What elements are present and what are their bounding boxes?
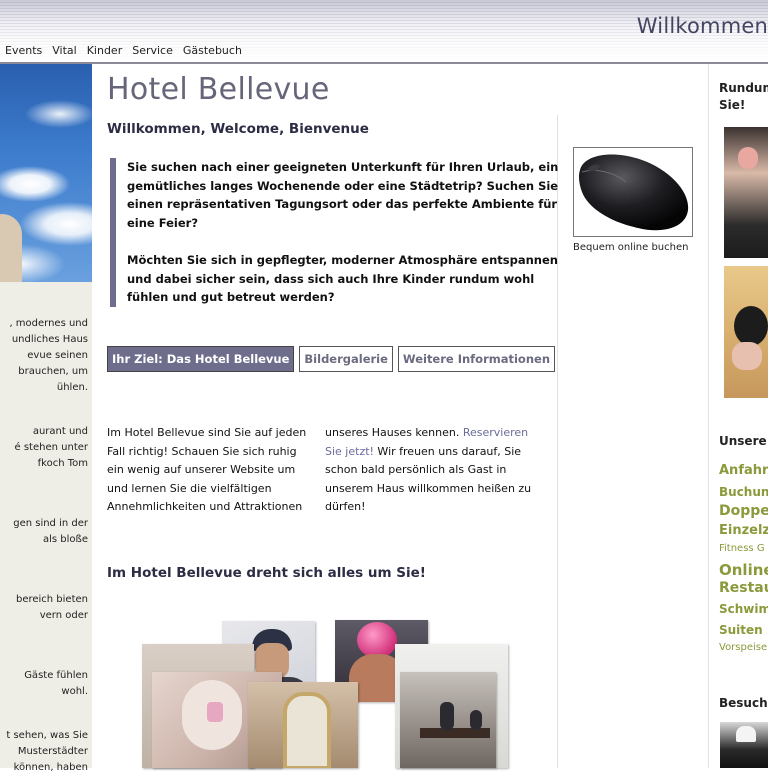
nav-item-service[interactable]: Service [127, 43, 178, 61]
right-heading-line: Sie! [719, 98, 746, 112]
collage-photo-mirror [248, 682, 358, 768]
right-photo-camera [724, 266, 768, 398]
content-tabs: Ihr Ziel: Das Hotel Bellevue Bildergaler… [107, 346, 556, 372]
collage-photo-conference [400, 672, 496, 768]
section-heading: Im Hotel Bellevue dreht sich alles um Si… [107, 565, 426, 581]
page-title: Hotel Bellevue [107, 72, 330, 107]
right-link-online[interactable]: Online- [719, 561, 768, 579]
tab-weitere-informationen[interactable]: Weitere Informationen [397, 346, 556, 372]
nav-item-kinder[interactable]: Kinder [82, 43, 128, 61]
intro-quote: Sie suchen nach einer geeigneten Unterku… [110, 158, 567, 307]
photo-collage[interactable] [140, 618, 520, 768]
text-column-right: unseres Hauses kennen. Reservieren Sie j… [325, 424, 535, 517]
main-nav: Events Vital Kinder Service Gästebuch [0, 43, 247, 61]
right-heading-line: Rundum [719, 81, 768, 95]
mouse-icon [578, 154, 689, 231]
right-link-anfahrt[interactable]: Anfahrt [719, 463, 768, 478]
right-subheading-visit: Besuche [719, 696, 768, 710]
nav-item-vital[interactable]: Vital [47, 43, 81, 61]
header-divider [0, 62, 768, 64]
ad-caption[interactable]: Bequem online buchen [573, 242, 688, 253]
right-link-schwimmbad[interactable]: Schwimm [719, 602, 768, 616]
intro-paragraph: Möchten Sie sich in gepflegter, moderner… [127, 253, 558, 304]
right-link-vorspeise[interactable]: Vorspeise [719, 642, 767, 653]
header-title: Willkommen [636, 14, 768, 38]
ad-image[interactable] [573, 147, 693, 237]
welcome-heading: Willkommen, Welcome, Bienvenue [107, 121, 369, 137]
right-heading: Rundum Sie! [719, 80, 768, 114]
sky-photo [0, 64, 92, 282]
tab-bildergalerie[interactable]: Bildergalerie [299, 346, 393, 372]
right-link-restaurant[interactable]: Restau [719, 580, 768, 596]
left-text-block: , modernes und undliches Haus evue seine… [9, 318, 88, 393]
left-text-block: aurant und é stehen unter fkoch Tom [14, 426, 88, 469]
right-photo-visit [720, 722, 768, 768]
right-link-buchung[interactable]: Buchung [719, 485, 768, 499]
right-link-suiten[interactable]: Suiten 1 [719, 623, 768, 637]
tab-hotel-bellevue[interactable]: Ihr Ziel: Das Hotel Bellevue [107, 346, 295, 372]
right-link-doppel[interactable]: Doppel [719, 503, 768, 519]
nav-item-gaestebuch[interactable]: Gästebuch [178, 43, 247, 61]
column-divider [708, 64, 709, 768]
nav-item-events[interactable]: Events [0, 43, 47, 61]
text-column-left: Im Hotel Bellevue sind Sie auf jeden Fal… [107, 426, 307, 513]
left-text-block: gen sind in der als bloße [13, 518, 88, 545]
text-fragment: unseres Hauses kennen. [325, 426, 463, 439]
left-text-block: t sehen, was Sie Musterstädter können, h… [6, 730, 88, 773]
right-link-fitness[interactable]: Fitness G [719, 543, 765, 554]
right-link-einzelzimmer[interactable]: Einzelzi [719, 523, 768, 538]
header-bar: Willkommen Events Vital Kinder Service G… [0, 0, 768, 63]
left-text-block: Gäste fühlen wohl. [24, 670, 88, 697]
person-silhouette [0, 214, 22, 282]
right-photo-couple [724, 127, 768, 258]
intro-paragraph: Sie suchen nach einer geeigneten Unterku… [127, 160, 559, 230]
right-subheading: Unsere l [719, 434, 768, 448]
left-text-block: bereich bieten vern oder [15, 594, 88, 621]
